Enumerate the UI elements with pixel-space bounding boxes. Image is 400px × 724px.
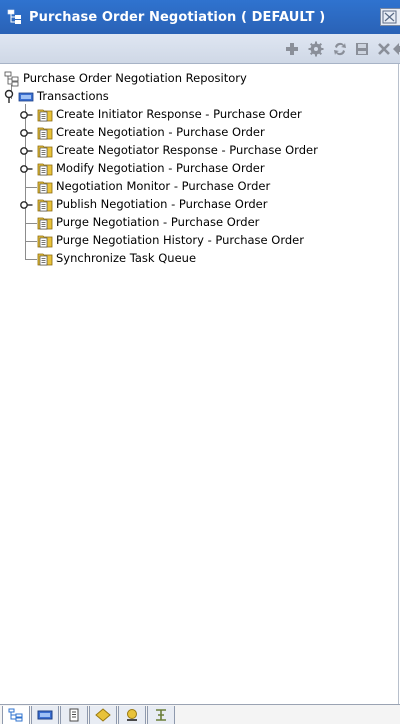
tree-item-label: Create Negotiation - Purchase Order	[56, 125, 265, 139]
tree-item[interactable]: Create Initiator Response - Purchase Ord…	[37, 106, 302, 123]
toolbar	[0, 34, 400, 64]
tree-item-label: Publish Negotiation - Purchase Order	[56, 197, 268, 211]
document-icon	[69, 708, 79, 722]
tab-transactions[interactable]	[31, 706, 59, 724]
tree-item[interactable]: Purge Negotiation History - Purchase Ord…	[37, 232, 304, 249]
tree-item-label: Create Initiator Response - Purchase Ord…	[56, 107, 302, 121]
expand-toggle-icon[interactable]	[19, 110, 33, 120]
transaction-document-icon	[37, 199, 53, 211]
tree-item[interactable]: Modify Negotiation - Purchase Order	[37, 160, 265, 177]
tree-group-label: Transactions	[37, 89, 109, 103]
tree-view-icon	[8, 708, 23, 722]
tree-item[interactable]: Create Negotiator Response - Purchase Or…	[37, 142, 318, 159]
expand-toggle-icon[interactable]	[19, 128, 33, 138]
transaction-document-icon	[37, 217, 53, 229]
tree-item[interactable]: Publish Negotiation - Purchase Order	[37, 196, 267, 213]
transaction-icon	[37, 710, 53, 720]
title-bar: Purchase Order Negotiation ( DEFAULT )	[0, 0, 400, 34]
tree-root-label: Purchase Order Negotiation Repository	[23, 71, 247, 85]
tree-guide-branch	[25, 223, 37, 224]
transaction-document-icon	[37, 253, 53, 265]
close-icon	[382, 10, 397, 24]
tree-root-item[interactable]: Purchase Order Negotiation Repository	[4, 70, 247, 87]
transaction-document-icon	[37, 145, 53, 157]
tree-item[interactable]: Negotiation Monitor - Purchase Order	[37, 178, 270, 195]
tree-item-label: Purge Negotiation - Purchase Order	[56, 215, 260, 229]
tree-item[interactable]: Synchronize Task Queue	[37, 250, 196, 267]
tab-rules[interactable]	[89, 706, 117, 724]
tree-item-label: Synchronize Task Queue	[56, 251, 197, 265]
export-icon[interactable]	[393, 41, 400, 57]
transaction-document-icon	[37, 235, 53, 247]
transaction-document-icon	[37, 181, 53, 193]
tree-item[interactable]: Create Negotiation - Purchase Order	[37, 124, 265, 141]
expand-toggle-icon[interactable]	[4, 89, 16, 105]
save-icon[interactable]	[354, 41, 370, 57]
panel-border	[398, 64, 399, 704]
tab-monitor[interactable]	[118, 706, 146, 724]
expand-toggle-icon[interactable]	[19, 200, 33, 210]
repository-icon	[7, 9, 21, 24]
tree-item-label: Modify Negotiation - Purchase Order	[56, 161, 265, 175]
bottom-tab-bar	[0, 704, 400, 724]
transaction-document-icon	[37, 127, 53, 139]
refresh-icon[interactable]	[332, 41, 348, 57]
monitor-icon	[127, 709, 137, 721]
transaction-folder-icon	[18, 92, 34, 101]
delete-icon[interactable]	[376, 41, 392, 57]
tree-item-label: Purge Negotiation History - Purchase Ord…	[56, 233, 304, 247]
tab-hierarchy[interactable]	[147, 706, 175, 724]
purchase-order-negotiation-panel: Purchase Order Negotiation ( DEFAULT ) P…	[0, 0, 400, 724]
close-button[interactable]	[380, 8, 400, 26]
tree-item[interactable]: Purge Negotiation - Purchase Order	[37, 214, 259, 231]
tab-tree-view[interactable]	[2, 706, 30, 724]
window-title: Purchase Order Negotiation ( DEFAULT )	[29, 9, 326, 25]
tree-guide-branch	[25, 187, 37, 188]
tree-item-label: Negotiation Monitor - Purchase Order	[56, 179, 271, 193]
tree-group-transactions[interactable]: Transactions	[4, 88, 109, 105]
expand-toggle-icon[interactable]	[19, 146, 33, 156]
tab-documents[interactable]	[60, 706, 88, 724]
transaction-document-icon	[37, 163, 53, 175]
tree-guide-branch	[25, 241, 37, 242]
repository-icon	[4, 71, 19, 86]
tree-item-label: Create Negotiator Response - Purchase Or…	[56, 143, 318, 157]
hierarchy-icon	[156, 709, 166, 721]
add-icon[interactable]	[284, 41, 300, 57]
tree-guide-branch	[25, 259, 37, 260]
gear-icon[interactable]	[308, 41, 324, 57]
expand-toggle-icon[interactable]	[19, 164, 33, 174]
rule-icon	[95, 708, 111, 722]
repository-tree: Purchase Order Negotiation Repository Tr…	[0, 64, 400, 704]
transaction-document-icon	[37, 109, 53, 121]
